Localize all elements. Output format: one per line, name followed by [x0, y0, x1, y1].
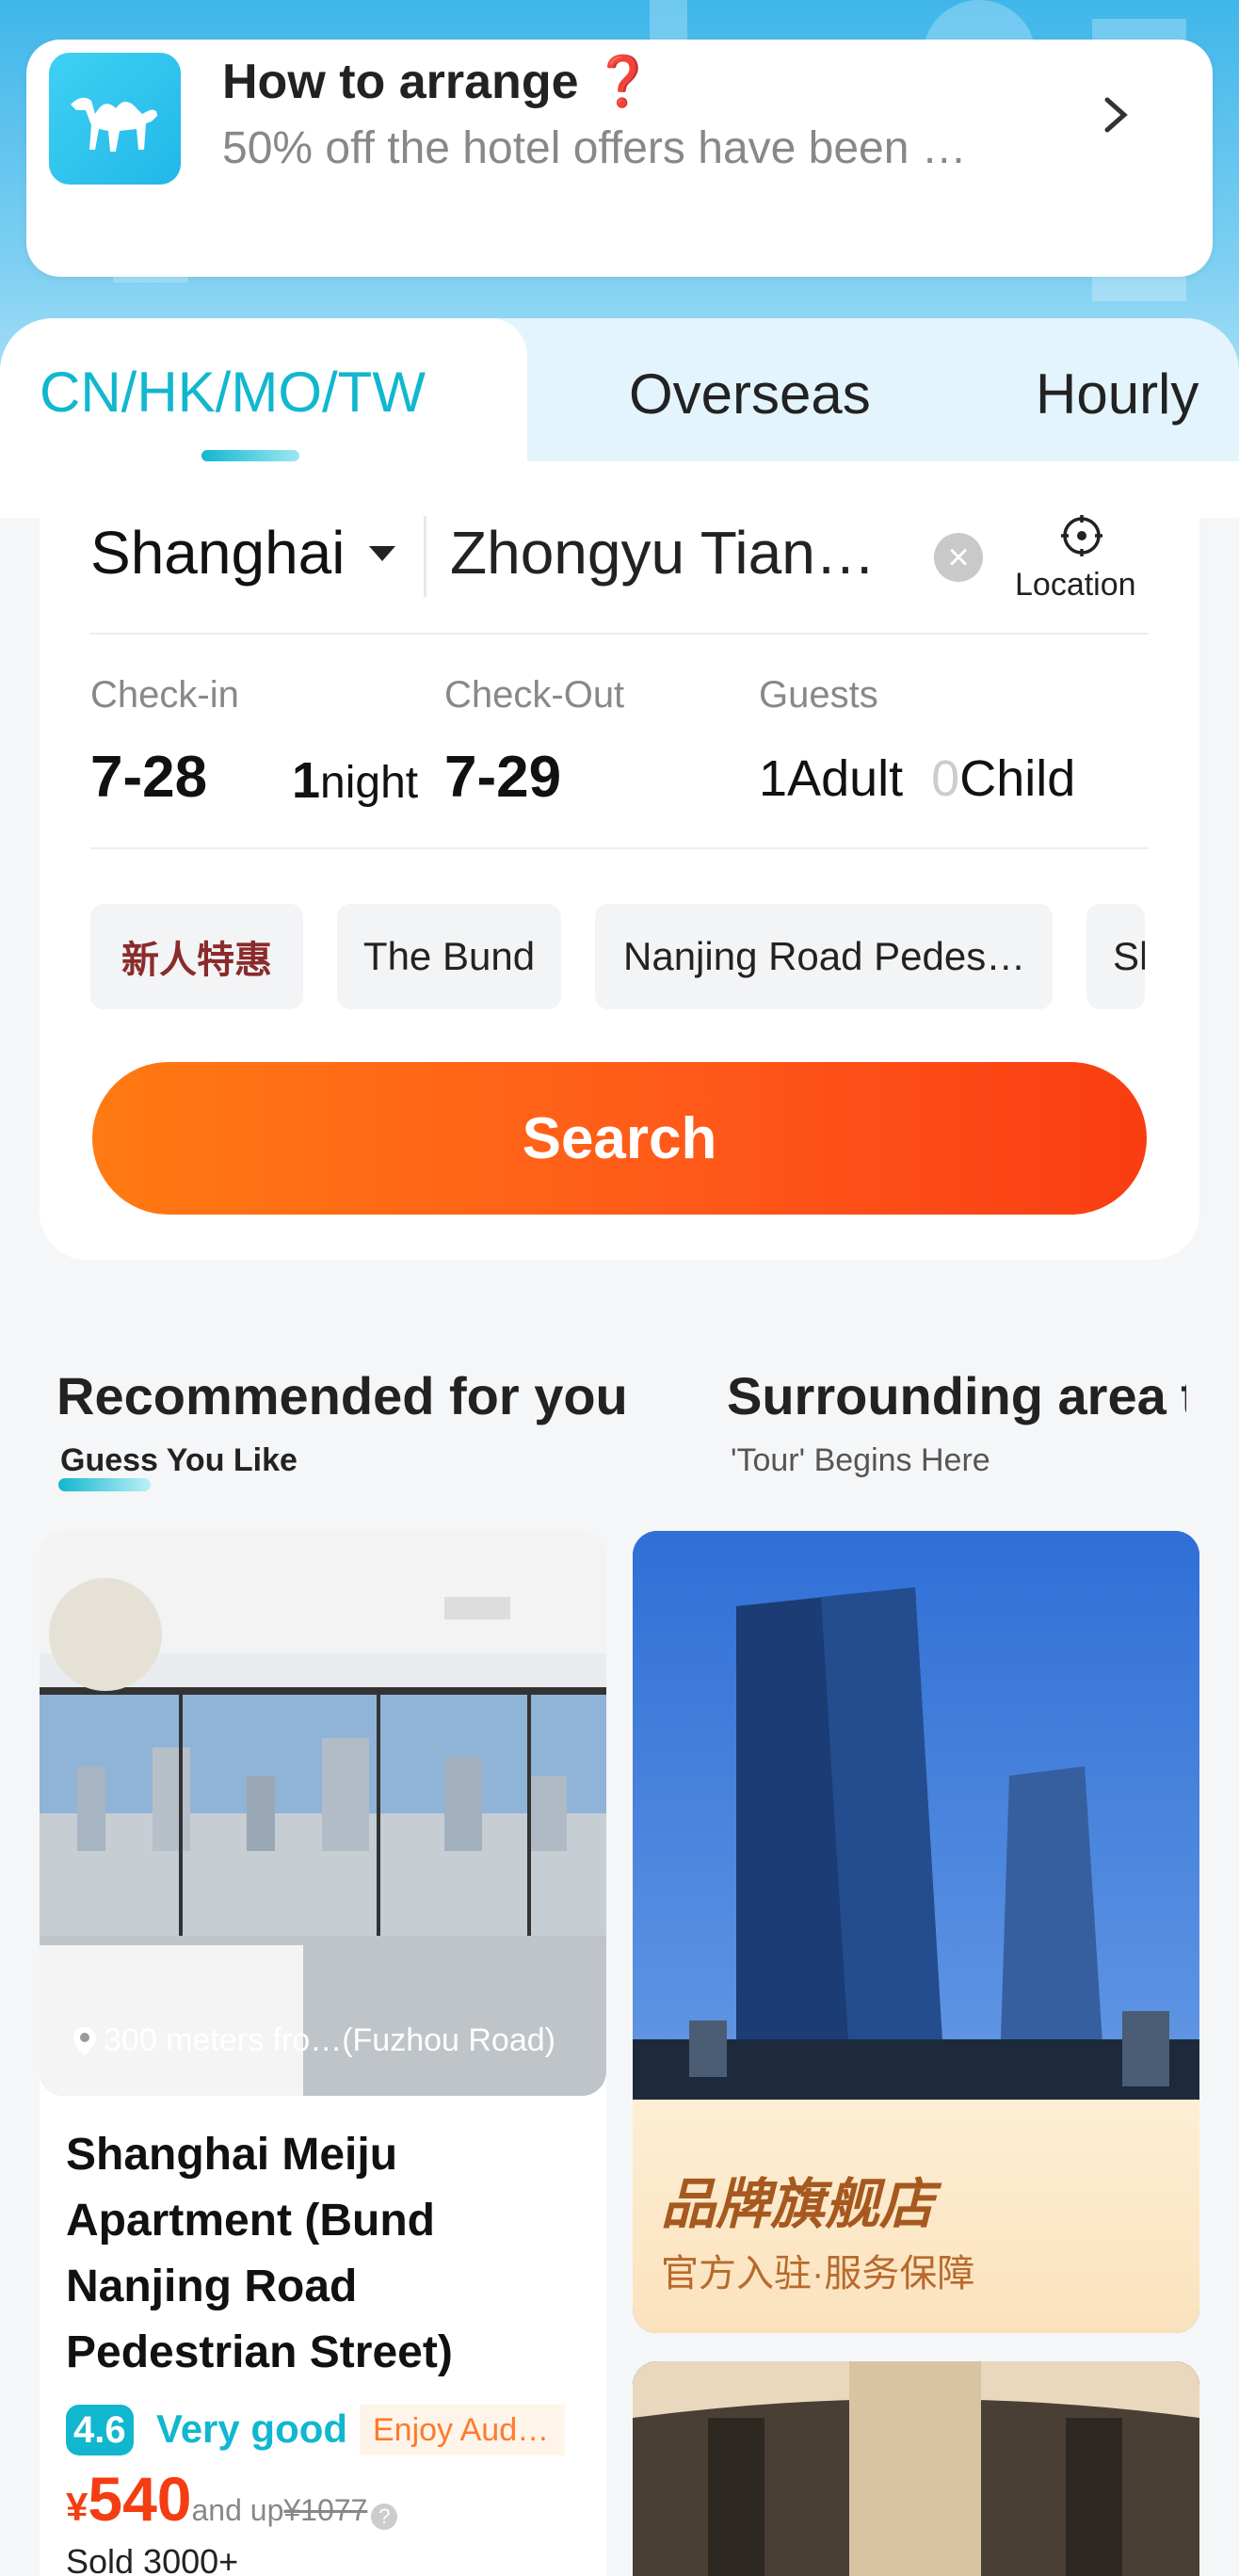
checkin-date[interactable]: 7-28 [90, 744, 207, 811]
checkout-label: Check-Out [444, 674, 625, 716]
chip-new-user-deal[interactable]: 新人特惠 [90, 904, 303, 1009]
perk-tag: Enjoy Aud… [360, 2405, 565, 2455]
tab-hourly[interactable]: Hourly [1036, 362, 1199, 427]
promo-subtitle: 50% off the hotel offers have been … [222, 123, 967, 173]
brand-subtitle: 官方入驻·服务保障 [661, 2253, 975, 2294]
price: ¥540and up¥1077? [66, 2463, 398, 2535]
chevron-right-icon[interactable] [1092, 87, 1139, 143]
recommended-tab[interactable]: Recommended for you [56, 1365, 628, 1426]
guests-label: Guests [759, 674, 878, 716]
surrounding-tab[interactable]: Surrounding area t [727, 1365, 1186, 1426]
tab-overseas[interactable]: Overseas [629, 362, 871, 427]
location-label[interactable]: Location [1015, 567, 1136, 604]
promo-title: How to arrange ❓ [222, 55, 653, 109]
divider [424, 516, 426, 597]
city-selector[interactable]: Shanghai [90, 518, 345, 588]
brand-title: 品牌旗舰店 [661, 2174, 935, 2235]
crosshair-location-icon[interactable] [1058, 512, 1105, 559]
distance-tag: 300 meters fro…(Fuzhou Road) [72, 2022, 555, 2059]
clear-icon[interactable]: × [934, 533, 983, 582]
distance-text: 300 meters fro…(Fuzhou Road) [104, 2022, 555, 2058]
hotel-photo[interactable] [40, 1531, 606, 2096]
caret-down-icon[interactable] [369, 546, 395, 561]
camel-logo-icon [49, 53, 181, 185]
divider [90, 633, 1149, 635]
keyword-input[interactable]: Zhongyu Tian… [450, 518, 876, 588]
checkin-label: Check-in [90, 674, 239, 716]
chip-more[interactable]: Sh [1086, 904, 1145, 1009]
sold-count: Sold 3000+ [66, 2542, 239, 2576]
divider [90, 847, 1149, 849]
active-section-indicator [58, 1478, 151, 1491]
checkout-date[interactable]: 7-29 [444, 744, 561, 811]
tab-domestic[interactable]: CN/HK/MO/TW [40, 360, 426, 425]
chip-the-bund[interactable]: The Bund [337, 904, 561, 1009]
recommended-subtitle: Guess You Like [60, 1442, 298, 1478]
surrounding-subtitle: 'Tour' Begins Here [731, 1442, 990, 1478]
hotel-lobby-tile[interactable] [633, 2361, 1199, 2576]
hotel-name[interactable]: Shanghai Meiju Apartment (Bund Nanjing R… [66, 2122, 593, 2386]
active-tab-indicator [201, 450, 299, 461]
question-mark-icon: ❓ [591, 55, 653, 109]
help-icon[interactable]: ? [371, 2503, 398, 2530]
nights-count: 1night [292, 752, 419, 809]
chip-nanjing-road[interactable]: Nanjing Road Pedes… [595, 904, 1053, 1009]
map-pin-icon [73, 2026, 96, 2055]
search-button[interactable]: Search [92, 1062, 1147, 1215]
rating-text: Very good [156, 2407, 348, 2451]
guests-selector[interactable]: 1Adult 0Child [759, 749, 1075, 808]
rating-badge: 4.6 [66, 2405, 134, 2455]
